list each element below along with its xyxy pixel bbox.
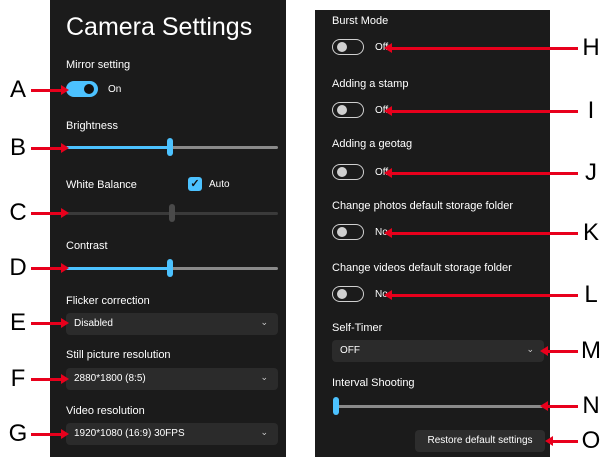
callout-n: N: [582, 392, 600, 419]
self-timer-dropdown[interactable]: OFF ⌄: [332, 340, 544, 362]
callout-c: C: [9, 199, 27, 226]
geotag-label: Adding a geotag: [332, 138, 413, 150]
callout-line-n: [545, 405, 578, 408]
callout-k: K: [582, 219, 599, 246]
photos-folder-toggle[interactable]: [332, 224, 364, 240]
contrast-label: Contrast: [66, 240, 108, 252]
callout-line-e: [31, 322, 63, 325]
callout-line-d: [31, 267, 63, 270]
callout-a: A: [9, 76, 26, 103]
callout-f: F: [10, 365, 26, 392]
white-balance-label: White Balance: [66, 179, 137, 191]
callout-line-h: [390, 47, 578, 50]
arrowhead-icon: [545, 436, 553, 446]
interval-shooting-slider-thumb[interactable]: [333, 397, 339, 415]
callout-line-j: [390, 172, 578, 175]
still-resolution-dropdown[interactable]: 2880*1800 (8:5) ⌄: [66, 368, 278, 390]
videos-folder-toggle[interactable]: [332, 286, 364, 302]
brightness-label: Brightness: [66, 120, 118, 132]
arrowhead-icon: [61, 85, 69, 95]
burst-mode-toggle[interactable]: [332, 39, 364, 55]
stamp-label: Adding a stamp: [332, 78, 409, 90]
flicker-correction-label: Flicker correction: [66, 295, 150, 307]
burst-mode-label: Burst Mode: [332, 15, 389, 27]
arrowhead-icon: [61, 429, 69, 439]
white-balance-auto-label: Auto: [209, 179, 230, 190]
photos-folder-label: Change photos default storage folder: [332, 200, 514, 212]
arrowhead-icon: [540, 346, 548, 356]
callout-b: B: [9, 134, 26, 161]
callout-line-m: [545, 350, 578, 353]
still-resolution-label: Still picture resolution: [66, 349, 171, 361]
callout-line-a: [31, 89, 63, 92]
white-balance-slider-thumb[interactable]: [169, 204, 175, 222]
arrowhead-icon: [61, 208, 69, 218]
chevron-down-icon: ⌄: [526, 344, 534, 354]
video-resolution-label: Video resolution: [66, 405, 145, 417]
mirror-setting-toggle[interactable]: [66, 81, 98, 97]
callout-e: E: [9, 309, 26, 336]
flicker-correction-dropdown[interactable]: Disabled ⌄: [66, 313, 278, 335]
geotag-toggle[interactable]: [332, 164, 364, 180]
chevron-down-icon: ⌄: [260, 372, 268, 382]
mirror-setting-state: On: [108, 84, 122, 95]
arrowhead-icon: [61, 318, 69, 328]
contrast-slider-thumb[interactable]: [167, 259, 173, 277]
callout-line-c: [31, 212, 63, 215]
callout-line-f: [31, 378, 63, 381]
arrowhead-icon: [61, 143, 69, 153]
video-resolution-dropdown[interactable]: 1920*1080 (16:9) 30FPS ⌄: [66, 423, 278, 445]
mirror-setting-label: Mirror setting: [66, 59, 131, 71]
callout-line-l: [390, 294, 578, 297]
interval-shooting-label: Interval Shooting: [332, 377, 415, 389]
video-resolution-value: 1920*1080 (16:9) 30FPS: [74, 428, 185, 439]
contrast-slider[interactable]: [66, 259, 278, 277]
white-balance-auto-checkbox[interactable]: ✓: [188, 177, 202, 191]
still-resolution-value: 2880*1800 (8:5): [74, 373, 146, 384]
brightness-slider-thumb[interactable]: [167, 138, 173, 156]
white-balance-slider[interactable]: [66, 204, 278, 222]
callout-line-o: [550, 440, 578, 443]
videos-folder-label: Change videos default storage folder: [332, 262, 512, 274]
self-timer-value: OFF: [340, 345, 360, 356]
chevron-down-icon: ⌄: [260, 317, 268, 327]
flicker-correction-value: Disabled: [74, 318, 113, 329]
callout-d: D: [9, 254, 27, 281]
restore-default-settings-button[interactable]: Restore default settings: [415, 430, 545, 452]
callout-g: G: [8, 420, 28, 447]
checkmark-icon: ✓: [190, 178, 200, 190]
callout-line-k: [390, 232, 578, 235]
callout-l: L: [584, 281, 598, 308]
callout-line-i: [390, 110, 578, 113]
arrowhead-icon: [61, 263, 69, 273]
callout-h: H: [582, 34, 600, 61]
self-timer-label: Self-Timer: [332, 322, 383, 334]
camera-settings-panel-left: Camera Settings Mirror setting On Bright…: [50, 0, 286, 457]
callout-line-b: [31, 147, 63, 150]
interval-shooting-slider[interactable]: [333, 397, 543, 415]
page-title: Camera Settings: [66, 13, 253, 41]
arrowhead-icon: [540, 401, 548, 411]
callout-line-g: [31, 433, 63, 436]
stamp-toggle[interactable]: [332, 102, 364, 118]
arrowhead-icon: [61, 374, 69, 384]
callout-i: I: [587, 97, 595, 124]
callout-j: J: [585, 159, 597, 186]
callout-o: O: [581, 427, 601, 454]
callout-m: M: [581, 337, 601, 364]
chevron-down-icon: ⌄: [260, 427, 268, 437]
brightness-slider[interactable]: [66, 138, 278, 156]
